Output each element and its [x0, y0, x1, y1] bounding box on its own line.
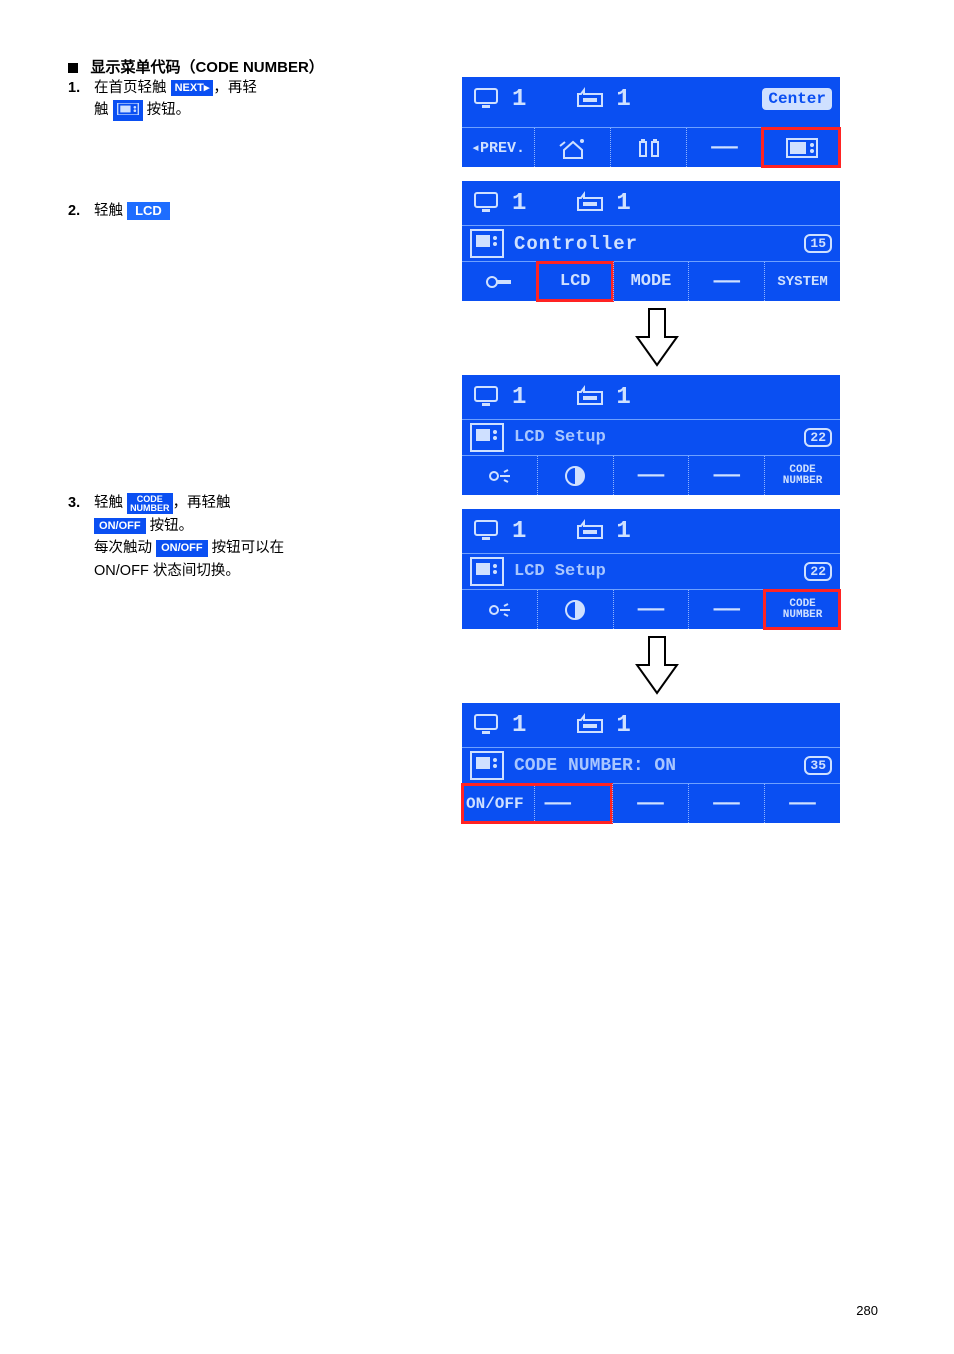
step-number: 2. [68, 200, 90, 222]
dash: —— [688, 590, 764, 629]
text: 按钮。 [147, 102, 191, 118]
lcd-option[interactable]: LCD [537, 262, 613, 301]
system-option[interactable]: SYSTEM [764, 262, 840, 301]
lcd-chip[interactable]: LCD [127, 202, 170, 220]
text: 轻触 [94, 203, 123, 219]
dash: —— [613, 456, 689, 495]
monitor-icon [470, 518, 504, 544]
arrow-down-icon [633, 307, 681, 369]
prev-button[interactable]: ◂PREV. [462, 128, 534, 167]
monitor-icon [470, 712, 504, 738]
screen-b: 1 1 Controller 15 LCD MODE —— SYSTEM [462, 181, 840, 301]
controller-icon-chip[interactable] [113, 100, 143, 121]
contrast-icon[interactable] [537, 456, 613, 495]
onoff-chip[interactable]: ON/OFF [156, 540, 208, 556]
contrast-icon[interactable] [537, 590, 613, 629]
section-title: 显示菜单代码（CODE NUMBER） [90, 59, 323, 76]
brightness-icon[interactable] [462, 456, 537, 495]
text: 触 [94, 102, 109, 118]
num: 1 [512, 190, 526, 217]
code-number-option[interactable]: CODENUMBER [764, 456, 840, 495]
screen-a: 1 1 Center ◂PREV. —— [462, 77, 840, 167]
dash: —— [688, 784, 764, 823]
dash: —— [613, 590, 689, 629]
controller-icon [470, 423, 504, 452]
keyboard-icon [574, 518, 608, 544]
keyboard-icon [574, 712, 608, 738]
keyboard-icon [574, 384, 608, 410]
next-chip[interactable]: NEXT▸ [171, 80, 214, 96]
mode-option[interactable]: MODE [613, 262, 689, 301]
num: 1 [512, 518, 526, 545]
keyboard-icon [574, 190, 608, 216]
bullet-icon [68, 63, 78, 73]
num: 1 [512, 384, 526, 411]
screen-title: LCD Setup [514, 428, 606, 447]
screen-title: CODE NUMBER: ON [514, 756, 676, 776]
text: ON/OFF 状态间切换。 [94, 563, 240, 579]
num: 1 [616, 384, 630, 411]
onoff-cell[interactable]: ON/OFF —— [462, 784, 612, 823]
dash: —— [686, 128, 762, 167]
text: 每次触动 [94, 540, 152, 556]
monitor-icon [470, 384, 504, 410]
text: 按钮。 [150, 518, 194, 534]
bottles-icon[interactable] [610, 128, 686, 167]
step-2: 2. 轻触 LCD [68, 200, 438, 222]
text: 按钮可以在 [212, 540, 285, 556]
key-icon[interactable] [462, 262, 537, 301]
controller-icon [470, 557, 504, 586]
num: 1 [616, 86, 630, 113]
screen-title: LCD Setup [514, 562, 606, 581]
monitor-icon [470, 86, 504, 112]
dash: —— [612, 784, 688, 823]
controller-icon-button[interactable] [762, 128, 840, 167]
code-number-option[interactable]: CODENUMBER [764, 590, 840, 629]
step-3: 3. 轻触 CODE NUMBER ，再轻触 ON/OFF 按钮。 每次触动 O… [68, 492, 438, 582]
section-heading: 显示菜单代码（CODE NUMBER） [68, 56, 886, 77]
num: 1 [512, 86, 526, 113]
step-number: 1. [68, 77, 90, 99]
dash: —— [764, 784, 840, 823]
screen-d: 1 1 LCD Setup 22 —— —— CO [462, 509, 840, 629]
screen-title: Controller [514, 233, 638, 255]
page-badge: 35 [804, 756, 832, 775]
step-1: 1. 在首页轻触 NEXT▸，再轻 触 按钮。 [68, 77, 438, 122]
num: 1 [616, 190, 630, 217]
code-number-chip[interactable]: CODE NUMBER [127, 493, 173, 514]
text: 在首页轻触 [94, 80, 167, 96]
page-number: 280 [856, 1303, 878, 1318]
num: 1 [616, 712, 630, 739]
center-badge[interactable]: Center [762, 88, 832, 110]
text: ，再轻触 [173, 495, 231, 511]
onoff-chip[interactable]: ON/OFF [94, 518, 146, 534]
home-icon[interactable] [534, 128, 610, 167]
screen-e: 1 1 CODE NUMBER: ON 35 ON/OFF —— [462, 703, 840, 823]
brightness-icon[interactable] [462, 590, 537, 629]
page-badge: 15 [804, 234, 832, 253]
num: 1 [616, 518, 630, 545]
page-badge: 22 [804, 562, 832, 581]
arrow-down-icon [633, 635, 681, 697]
dash: —— [688, 262, 764, 301]
text: ，再轻 [213, 80, 257, 96]
step-number: 3. [68, 492, 90, 514]
controller-icon [470, 229, 504, 258]
num: 1 [512, 712, 526, 739]
dash: —— [688, 456, 764, 495]
monitor-icon [470, 190, 504, 216]
screen-c: 1 1 LCD Setup 22 —— —— CO [462, 375, 840, 495]
text: 轻触 [94, 495, 123, 511]
controller-icon [470, 751, 504, 780]
keyboard-icon [574, 86, 608, 112]
page-badge: 22 [804, 428, 832, 447]
